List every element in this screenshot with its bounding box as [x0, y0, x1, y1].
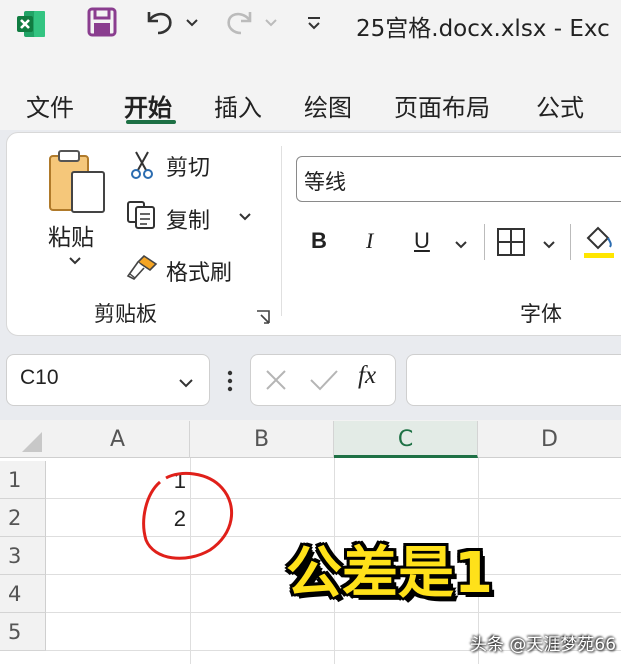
- undo-icon[interactable]: [143, 6, 177, 38]
- scissors-icon[interactable]: [130, 150, 154, 180]
- tab-home[interactable]: 开始: [124, 88, 172, 123]
- clipboard-dialog-launcher-icon[interactable]: [256, 310, 270, 324]
- caption-overlay: 公差是1: [286, 541, 493, 606]
- redo-icon[interactable]: [222, 6, 256, 38]
- copy-icon[interactable]: [126, 200, 158, 230]
- toolbar-divider: [484, 224, 485, 260]
- tab-draw[interactable]: 绘图: [304, 88, 352, 123]
- row-header-1[interactable]: 1: [0, 461, 46, 499]
- copy-dropdown-chevron-icon[interactable]: [238, 210, 252, 224]
- underline-button[interactable]: U: [414, 228, 430, 254]
- watermark: 头条 @天涯梦苑66: [470, 635, 617, 655]
- column-header-d[interactable]: D: [478, 421, 621, 458]
- tab-file[interactable]: 文件: [26, 88, 74, 123]
- title-bar: 25宫格.docx.xlsx - Exc: [0, 0, 621, 48]
- more-options-icon[interactable]: [226, 368, 234, 394]
- borders-icon[interactable]: [496, 227, 526, 257]
- clipboard-group-label: 剪贴板: [94, 302, 157, 326]
- underline-dropdown-chevron-icon[interactable]: [454, 238, 468, 252]
- row-header-2[interactable]: 2: [0, 499, 46, 537]
- ribbon-group-separator: [281, 146, 282, 316]
- format-painter-label[interactable]: 格式刷: [166, 255, 232, 287]
- cut-label[interactable]: 剪切: [166, 150, 210, 182]
- paste-icon[interactable]: [46, 148, 108, 214]
- insert-function-button[interactable]: fx: [358, 362, 376, 390]
- document-title: 25宫格.docx.xlsx - Exc: [356, 16, 610, 42]
- name-box-chevron-icon[interactable]: [178, 375, 194, 391]
- checkmark-icon[interactable]: [308, 368, 340, 392]
- column-header-c[interactable]: C: [334, 421, 478, 458]
- save-icon[interactable]: [86, 6, 118, 38]
- bold-button[interactable]: B: [311, 228, 327, 254]
- name-box-value: C10: [20, 366, 59, 389]
- row-header-4[interactable]: 4: [0, 575, 46, 613]
- format-painter-icon[interactable]: [124, 252, 160, 282]
- cancel-icon[interactable]: [264, 368, 288, 392]
- excel-logo-icon: [17, 11, 45, 37]
- select-all-corner-icon[interactable]: [22, 432, 42, 452]
- toolbar-divider: [570, 224, 571, 260]
- column-header-b[interactable]: B: [190, 421, 334, 458]
- active-tab-indicator: [126, 120, 176, 124]
- ribbon-tabs: 文件 开始 插入 绘图 页面布局 公式: [0, 48, 621, 130]
- customize-quick-access-icon[interactable]: [306, 14, 322, 34]
- paste-label[interactable]: 粘贴: [48, 218, 94, 252]
- fill-color-icon[interactable]: [582, 222, 616, 260]
- font-group-label: 字体: [520, 302, 562, 326]
- borders-dropdown-chevron-icon[interactable]: [542, 238, 556, 252]
- column-header-a[interactable]: A: [46, 421, 190, 458]
- row-header-5[interactable]: 5: [0, 613, 46, 651]
- tab-insert[interactable]: 插入: [214, 88, 262, 123]
- red-circle-annotation: [142, 471, 234, 560]
- undo-dropdown-chevron-icon[interactable]: [185, 16, 199, 30]
- copy-label[interactable]: 复制: [166, 203, 210, 235]
- tab-page-layout[interactable]: 页面布局: [394, 88, 490, 123]
- paste-dropdown-chevron-icon[interactable]: [68, 254, 82, 268]
- font-name-value: 等线: [304, 170, 346, 194]
- tab-formulas[interactable]: 公式: [536, 88, 584, 123]
- formula-input[interactable]: [406, 354, 621, 406]
- redo-dropdown-chevron-icon[interactable]: [264, 16, 278, 30]
- italic-button[interactable]: I: [366, 228, 373, 254]
- row-header-3[interactable]: 3: [0, 537, 46, 575]
